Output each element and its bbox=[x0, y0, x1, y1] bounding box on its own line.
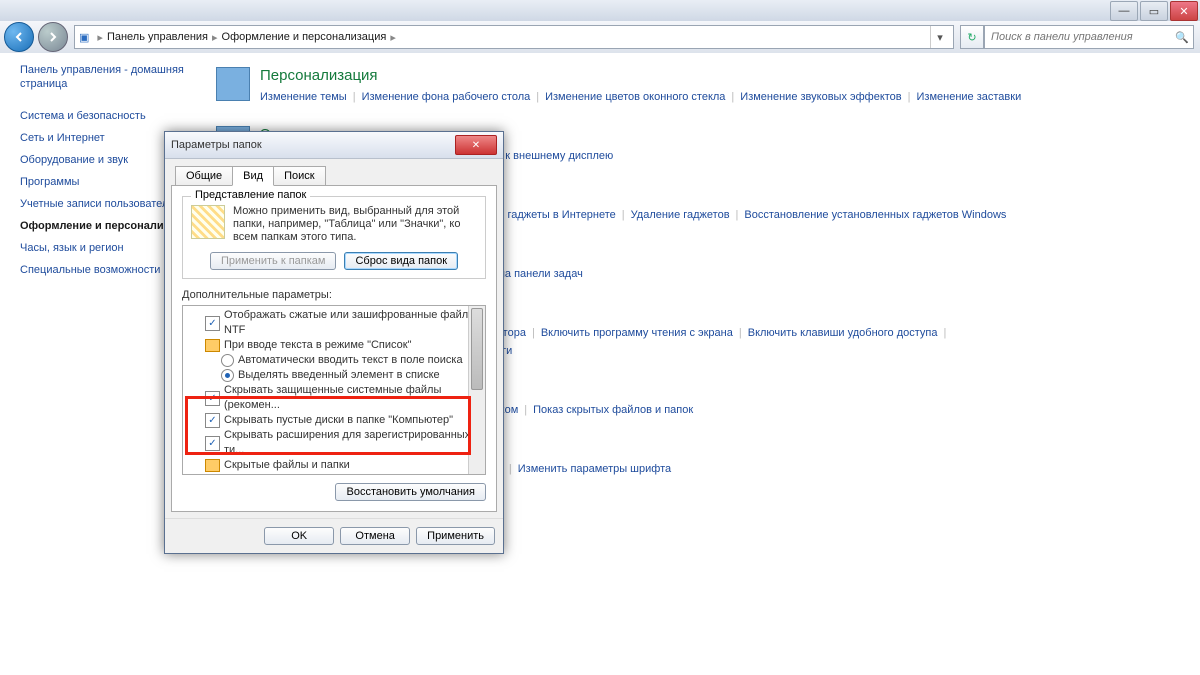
checkbox-icon[interactable]: ✓ bbox=[205, 391, 220, 406]
category-link[interactable]: Включить программу чтения с экрана bbox=[541, 327, 733, 339]
tree-item[interactable]: Выделять введенный элемент в списке bbox=[183, 368, 485, 383]
apply-button[interactable]: Применить bbox=[416, 527, 495, 545]
close-button[interactable]: ✕ bbox=[1170, 1, 1198, 21]
tab-panel-view: Представление папок Можно применить вид,… bbox=[171, 185, 497, 512]
refresh-button[interactable]: ↻ bbox=[960, 25, 984, 49]
tree-item[interactable]: ✓ Отображать сжатые или зашифрованные фай… bbox=[183, 308, 485, 338]
control-panel-icon: ▣ bbox=[79, 31, 89, 44]
breadcrumb-root[interactable]: Панель управления bbox=[107, 31, 208, 43]
radio-icon[interactable] bbox=[221, 369, 234, 382]
dialog-tab[interactable]: Поиск bbox=[273, 166, 325, 186]
category-link[interactable]: Изменение фона рабочего стола bbox=[362, 91, 531, 103]
scrollbar-thumb[interactable] bbox=[471, 308, 483, 390]
tree-item-label: При вводе текста в режиме "Список" bbox=[224, 338, 411, 353]
chevron-right-icon: ▸ bbox=[390, 31, 396, 44]
category-link[interactable]: Показ скрытых файлов и папок bbox=[533, 404, 693, 416]
search-input[interactable] bbox=[989, 30, 1175, 44]
dialog-close-button[interactable]: ✕ bbox=[455, 135, 497, 155]
window-titlebar: — ▭ ✕ bbox=[0, 0, 1200, 21]
dialog-tabs: ОбщиеВидПоиск bbox=[165, 159, 503, 185]
tree-item[interactable]: При вводе текста в режиме "Список" bbox=[183, 338, 485, 353]
tree-item[interactable]: Скрытые файлы и папки bbox=[183, 458, 485, 473]
category-link[interactable]: Восстановление установленных гаджетов Wi… bbox=[744, 209, 1006, 221]
checkbox-icon[interactable]: ✓ bbox=[205, 413, 220, 428]
tree-item[interactable]: Не показывать скрытые файлы, папки и дис… bbox=[183, 473, 485, 475]
tree-item-label: Отображать сжатые или зашифрованные файл… bbox=[224, 308, 485, 338]
chevron-right-icon: ▸ bbox=[97, 31, 103, 44]
checkbox-icon[interactable]: ✓ bbox=[205, 436, 220, 451]
nav-toolbar: ▣ ▸ Панель управления ▸ Оформление и пер… bbox=[0, 21, 1200, 54]
folder-options-dialog: Параметры папок ✕ ОбщиеВидПоиск Представ… bbox=[164, 131, 504, 554]
chevron-right-icon: ▸ bbox=[212, 31, 218, 44]
tree-item-label: Автоматически вводить текст в поле поиск… bbox=[238, 353, 463, 368]
back-button[interactable] bbox=[4, 22, 34, 52]
search-box[interactable]: 🔍 bbox=[984, 25, 1194, 49]
tree-item[interactable]: ✓ Скрывать защищенные системные файлы (ре… bbox=[183, 383, 485, 413]
tree-item-label: Скрывать пустые диски в папке "Компьютер… bbox=[224, 413, 453, 428]
advanced-settings-tree[interactable]: ✓ Отображать сжатые или зашифрованные фай… bbox=[182, 305, 486, 475]
tree-item-label: Скрывать расширения для зарегистрированн… bbox=[224, 428, 485, 458]
dialog-titlebar[interactable]: Параметры папок ✕ bbox=[165, 132, 503, 159]
tree-item[interactable]: ✓ Скрывать расширения для зарегистрирован… bbox=[183, 428, 485, 458]
dialog-tab[interactable]: Вид bbox=[232, 166, 274, 186]
group-label: Представление папок bbox=[191, 189, 310, 201]
tree-item-label: Выделять введенный элемент в списке bbox=[238, 368, 440, 383]
apply-to-folders-button[interactable]: Применить к папкам bbox=[210, 252, 337, 270]
tree-item[interactable]: Автоматически вводить текст в поле поиск… bbox=[183, 353, 485, 368]
category-link[interactable]: Изменение заставки bbox=[917, 91, 1022, 103]
tree-item-label: Не показывать скрытые файлы, папки и дис… bbox=[238, 473, 475, 475]
tree-scrollbar[interactable] bbox=[468, 306, 485, 474]
tree-item-label: Скрывать защищенные системные файлы (рек… bbox=[224, 383, 485, 413]
radio-icon[interactable] bbox=[221, 354, 234, 367]
dialog-title: Параметры папок bbox=[171, 139, 262, 151]
breadcrumb-current[interactable]: Оформление и персонализация bbox=[222, 31, 387, 43]
folder-view-icon bbox=[191, 205, 225, 239]
minimize-button[interactable]: — bbox=[1110, 1, 1138, 21]
folder-view-group: Представление папок Можно применить вид,… bbox=[182, 196, 486, 279]
dialog-tab[interactable]: Общие bbox=[175, 166, 233, 186]
folder-icon bbox=[205, 339, 220, 352]
radio-icon[interactable] bbox=[221, 474, 234, 475]
restore-defaults-button[interactable]: Восстановить умолчания bbox=[335, 483, 486, 501]
category-link[interactable]: Изменение темы bbox=[260, 91, 347, 103]
category-title[interactable]: Персонализация bbox=[260, 67, 1180, 84]
checkbox-icon[interactable]: ✓ bbox=[205, 316, 220, 331]
tree-item-label: Скрытые файлы и папки bbox=[224, 458, 350, 473]
forward-button[interactable] bbox=[38, 22, 68, 52]
control-panel-home-link[interactable]: Панель управления - домашняя страница bbox=[20, 63, 190, 91]
category-link[interactable]: Изменение цветов оконного стекла bbox=[545, 91, 725, 103]
category-link[interactable]: Изменение звуковых эффектов bbox=[740, 91, 901, 103]
sidebar-item[interactable]: Система и безопасность bbox=[20, 105, 190, 127]
reset-folders-button[interactable]: Сброс вида папок bbox=[344, 252, 458, 270]
category-link[interactable]: Удаление гаджетов bbox=[631, 209, 730, 221]
category-link[interactable]: Включить клавиши удобного доступа bbox=[748, 327, 938, 339]
cancel-button[interactable]: Отмена bbox=[340, 527, 410, 545]
advanced-settings-label: Дополнительные параметры: bbox=[182, 289, 486, 301]
ok-button[interactable]: OK bbox=[264, 527, 334, 545]
category-link[interactable]: Изменить параметры шрифта bbox=[518, 463, 671, 475]
tree-item[interactable]: ✓ Скрывать пустые диски в папке "Компьюте… bbox=[183, 413, 485, 428]
search-icon: 🔍 bbox=[1175, 31, 1189, 44]
folder-icon bbox=[205, 459, 220, 472]
address-dropdown[interactable]: ▾ bbox=[930, 26, 949, 48]
address-bar[interactable]: ▣ ▸ Панель управления ▸ Оформление и пер… bbox=[74, 25, 954, 49]
maximize-button[interactable]: ▭ bbox=[1140, 1, 1168, 21]
group-description: Можно применить вид, выбранный для этой … bbox=[233, 205, 477, 244]
category-icon bbox=[216, 67, 250, 101]
dialog-button-row: OK Отмена Применить bbox=[165, 518, 503, 553]
